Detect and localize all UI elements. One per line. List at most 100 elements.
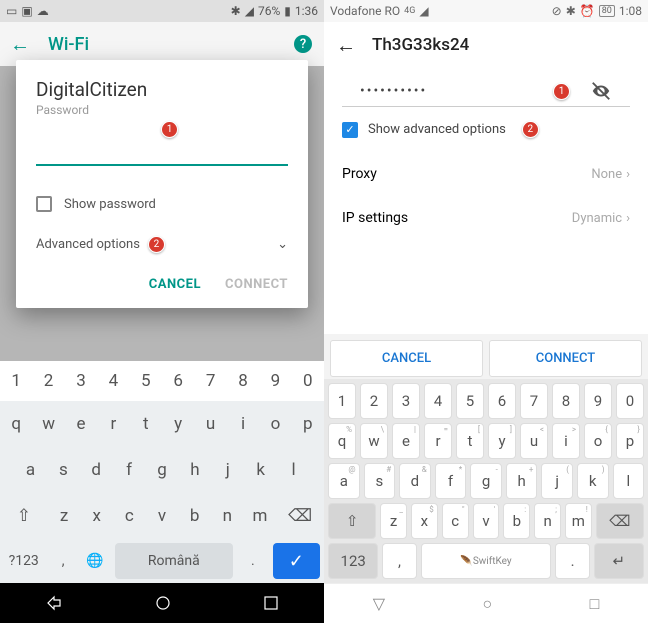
key-q[interactable]: q% [328, 423, 356, 459]
key-v[interactable]: v [147, 496, 178, 536]
enter-key[interactable]: ✓ [273, 543, 320, 579]
key-s[interactable]: s [48, 450, 79, 490]
key-g[interactable]: g [147, 450, 178, 490]
shift-key[interactable]: ⇧ [328, 503, 376, 539]
key-i[interactable]: i> [552, 423, 580, 459]
key-t[interactable]: t[ [456, 423, 484, 459]
key-v[interactable]: v' [473, 503, 500, 539]
key-m[interactable]: m [245, 496, 276, 536]
advanced-options-row[interactable]: Advanced options 2 ⌄ [36, 226, 288, 271]
backspace-key[interactable]: ⌫ [277, 496, 323, 536]
ip-settings-row[interactable]: IP settings Dynamic› [324, 196, 648, 240]
key-d[interactable]: d [81, 450, 112, 490]
nav-recent-icon[interactable] [264, 596, 278, 610]
nav-back-icon[interactable]: ▽ [373, 594, 385, 613]
key-q[interactable]: q [1, 404, 31, 444]
key-n[interactable]: n; [534, 503, 561, 539]
key-e[interactable]: e [66, 404, 96, 444]
visibility-off-icon[interactable] [590, 80, 612, 102]
nav-recent-icon[interactable]: □ [590, 594, 600, 614]
key-u[interactable]: u< [520, 423, 548, 459]
show-password-checkbox[interactable] [36, 196, 52, 212]
comma-key[interactable]: , [47, 539, 79, 583]
key-e[interactable]: e| [392, 423, 420, 459]
key-k[interactable]: k [245, 450, 276, 490]
key-y[interactable]: y [163, 404, 193, 444]
key-z[interactable]: z [49, 496, 80, 536]
key-r[interactable]: r= [424, 423, 452, 459]
connect-button[interactable]: CONNECT [489, 340, 642, 377]
comma-key[interactable]: , [382, 543, 416, 579]
key-8[interactable]: 8 [552, 383, 580, 419]
key-z[interactable]: z_ [380, 503, 407, 539]
back-icon[interactable]: ← [336, 33, 356, 58]
shift-key[interactable]: ⇧ [1, 496, 47, 536]
key-3[interactable]: 3 [392, 383, 420, 419]
globe-key[interactable]: 🌐 [79, 539, 111, 583]
key-3[interactable]: 3 [65, 361, 97, 401]
key-c[interactable]: c" [442, 503, 469, 539]
key-0[interactable]: 0 [292, 361, 324, 401]
key-1[interactable]: 1 [0, 361, 32, 401]
nav-home-icon[interactable]: ○ [482, 594, 492, 614]
key-r[interactable]: r [98, 404, 128, 444]
key-6[interactable]: 6 [162, 361, 194, 401]
password-input[interactable] [36, 144, 288, 166]
key-9[interactable]: 9 [259, 361, 291, 401]
key-9[interactable]: 9 [584, 383, 612, 419]
key-i[interactable]: i [228, 404, 258, 444]
cancel-button[interactable]: CANCEL [149, 277, 201, 292]
key-c[interactable]: c [114, 496, 145, 536]
key-u[interactable]: u [195, 404, 225, 444]
key-p[interactable]: p [293, 404, 323, 444]
key-j[interactable]: j( [541, 463, 573, 499]
key-f[interactable]: f [114, 450, 145, 490]
key-o[interactable]: o [260, 404, 290, 444]
key-h[interactable]: h [179, 450, 210, 490]
key-x[interactable]: x [81, 496, 112, 536]
key-s[interactable]: s# [364, 463, 396, 499]
key-o[interactable]: o{ [584, 423, 612, 459]
key-2[interactable]: 2 [32, 361, 64, 401]
key-2[interactable]: 2 [360, 383, 388, 419]
enter-key[interactable]: ↵ [594, 543, 644, 579]
nav-home-icon[interactable] [155, 595, 171, 611]
proxy-row[interactable]: Proxy None› [324, 152, 648, 196]
key-4[interactable]: 4 [424, 383, 452, 419]
key-a[interactable]: a@ [328, 463, 360, 499]
key-5[interactable]: 5 [456, 383, 484, 419]
key-t[interactable]: t [131, 404, 161, 444]
key-x[interactable]: x$ [411, 503, 438, 539]
period-key[interactable]: . [237, 539, 269, 583]
key-6[interactable]: 6 [488, 383, 516, 419]
key-k[interactable]: k) [577, 463, 609, 499]
password-field-row[interactable]: •••••••••• 1 [342, 68, 630, 107]
backspace-key[interactable]: ⌫ [596, 503, 644, 539]
space-key[interactable]: 🪶 SwiftKey [421, 543, 552, 579]
key-g[interactable]: g- [470, 463, 502, 499]
symbols-key[interactable]: 123 [328, 543, 378, 579]
show-advanced-row[interactable]: ✓ Show advanced options 2 [324, 107, 648, 152]
key-5[interactable]: 5 [130, 361, 162, 401]
key-0[interactable]: 0 [616, 383, 644, 419]
key-1[interactable]: 1 [328, 383, 356, 419]
key-7[interactable]: 7 [520, 383, 548, 419]
back-icon[interactable]: ← [10, 32, 30, 57]
nav-back-icon[interactable] [46, 595, 62, 611]
key-b[interactable]: b [179, 496, 210, 536]
key-a[interactable]: a [15, 450, 46, 490]
key-p[interactable]: p} [616, 423, 644, 459]
key-d[interactable]: d& [399, 463, 431, 499]
space-key[interactable]: Română [115, 543, 233, 579]
key-l[interactable]: l [278, 450, 309, 490]
key-w[interactable]: w\ [360, 423, 388, 459]
help-icon[interactable]: ? [294, 35, 312, 53]
show-advanced-checkbox[interactable]: ✓ [342, 122, 358, 138]
cancel-button[interactable]: CANCEL [330, 340, 483, 377]
key-b[interactable]: b: [503, 503, 530, 539]
key-h[interactable]: h+ [506, 463, 538, 499]
key-j[interactable]: j [212, 450, 243, 490]
key-w[interactable]: w [33, 404, 63, 444]
symbols-key[interactable]: ?123 [0, 539, 47, 583]
key-n[interactable]: n [212, 496, 243, 536]
